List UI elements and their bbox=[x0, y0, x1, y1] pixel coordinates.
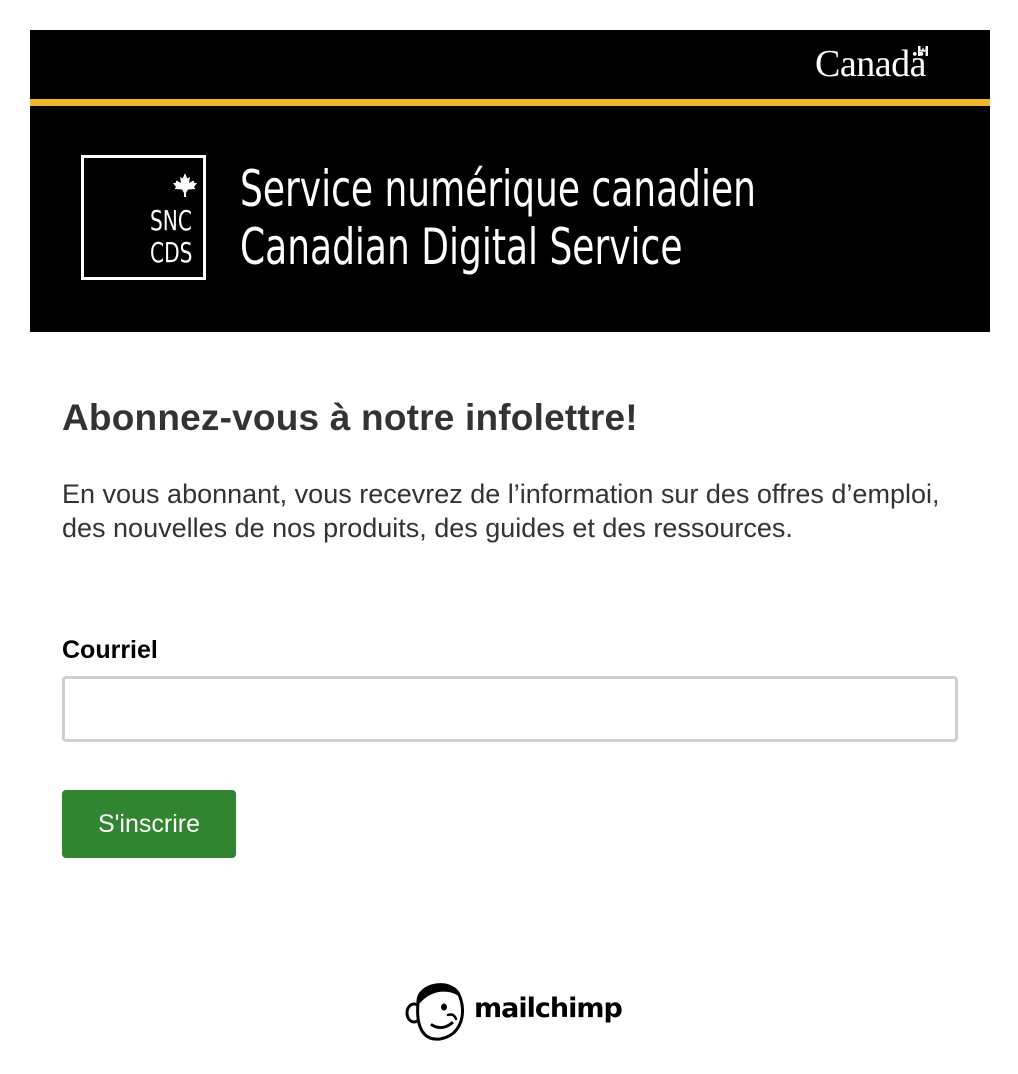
email-label: Courriel bbox=[62, 636, 158, 664]
maple-leaf-icon bbox=[173, 173, 197, 197]
service-name-en: Canadian Digital Service bbox=[240, 218, 683, 276]
signup-content: Abonnez-vous à notre infolettre! En vous… bbox=[62, 395, 962, 545]
canada-flag-icon bbox=[918, 46, 928, 56]
canada-wordmark: Canadä bbox=[815, 43, 926, 85]
cds-logo: SNC CDS bbox=[81, 155, 206, 280]
cds-banner: Canadä SNC CDS Service numérique canadie… bbox=[30, 30, 990, 332]
intro-text: En vous abonnant, vous recevrez de l’inf… bbox=[62, 479, 940, 543]
subscribe-button[interactable]: S'inscrire bbox=[62, 790, 236, 858]
mailchimp-wordmark: mailchimp bbox=[474, 992, 623, 1024]
gold-stripe bbox=[30, 99, 990, 106]
government-bar: Canadä bbox=[30, 30, 990, 99]
logo-snc-text: SNC bbox=[150, 204, 192, 237]
mailchimp-badge[interactable]: mailchimp bbox=[404, 973, 623, 1043]
page-title: Abonnez-vous à notre infolettre! bbox=[62, 397, 638, 438]
mailchimp-freddie-icon bbox=[405, 983, 464, 1041]
logo-cds-text: CDS bbox=[150, 236, 193, 269]
email-field[interactable] bbox=[62, 676, 958, 742]
service-name-fr: Service numérique canadien bbox=[240, 160, 756, 218]
